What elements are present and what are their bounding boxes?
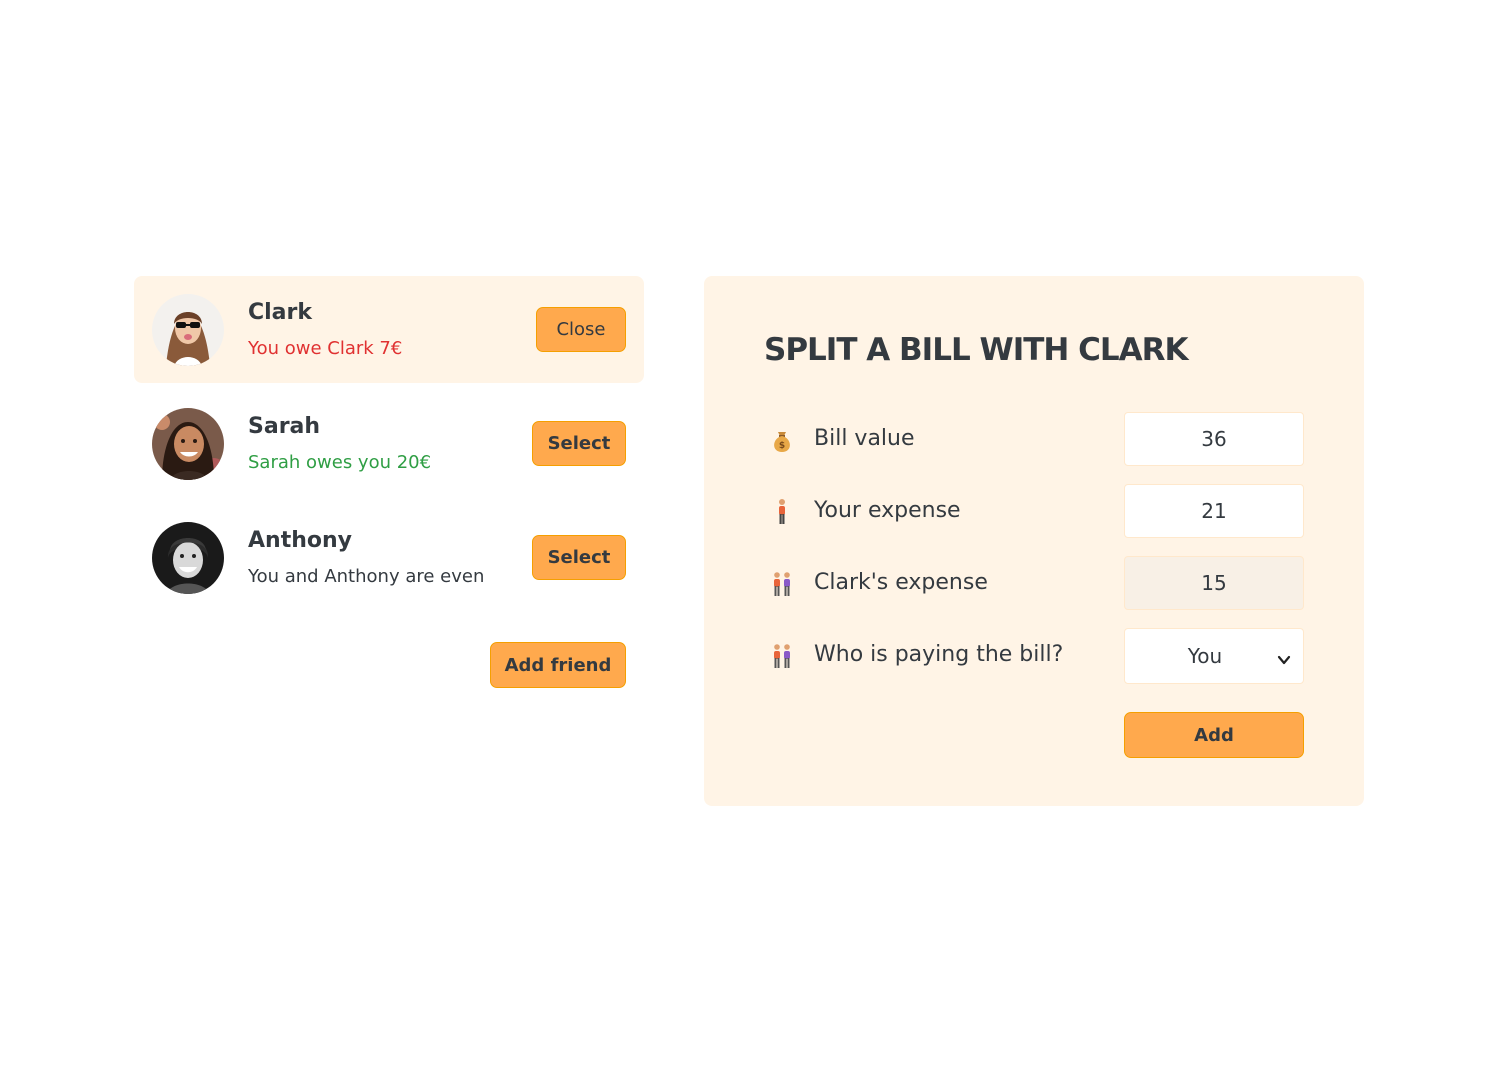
payer-label: Who is paying the bill? (814, 642, 1064, 667)
payer-row: Who is paying the bill? You (764, 628, 1304, 684)
your-expense-input[interactable] (1124, 484, 1304, 538)
friend-item-sarah[interactable]: Sarah Sarah owes you 20€ Select (134, 390, 644, 497)
your-expense-label: Your expense (814, 498, 961, 523)
friend-expense-input (1124, 556, 1304, 610)
friend-item-clark[interactable]: Clark You owe Clark 7€ Close (134, 276, 644, 383)
split-bill-form: SPLIT A BILL WITH CLARK $ Bill value 36 … (704, 276, 1364, 806)
friend-balance: Sarah owes you 20€ (248, 452, 432, 473)
payer-select[interactable]: You (1124, 628, 1304, 684)
eat-n-split-app: Clark You owe Clark 7€ Close Sarah Sarah… (0, 0, 1500, 1080)
friend-balance: You and Anthony are even (248, 566, 485, 587)
friend-balance: You owe Clark 7€ (248, 338, 403, 359)
money-bag-icon: $ (768, 426, 796, 454)
select-button[interactable]: Select (532, 421, 626, 466)
people-icon (768, 642, 796, 670)
people-icon (768, 570, 796, 598)
bill-value-input[interactable] (1124, 412, 1304, 466)
friends-list: Clark You owe Clark 7€ Close Sarah Sarah… (134, 276, 644, 618)
bill-value-label: Bill value (814, 426, 915, 451)
bill-value-row: $ Bill value (764, 412, 1304, 468)
avatar (152, 408, 224, 480)
friend-item-anthony[interactable]: Anthony You and Anthony are even Select (134, 504, 644, 611)
friend-name: Sarah (248, 414, 321, 439)
avatar (152, 522, 224, 594)
add-friend-button[interactable]: Add friend (490, 642, 626, 688)
form-title: SPLIT A BILL WITH CLARK (764, 332, 1189, 368)
friend-name: Clark (248, 300, 313, 325)
friend-expense-label: Clark's expense (814, 570, 988, 595)
friend-expense-row: Clark's expense (764, 556, 1304, 612)
svg-text:$: $ (779, 441, 785, 451)
person-icon (768, 498, 796, 526)
select-button[interactable]: Select (532, 535, 626, 580)
close-button[interactable]: Close (536, 307, 626, 352)
add-bill-button[interactable]: Add (1124, 712, 1304, 758)
your-expense-row: Your expense (764, 484, 1304, 540)
chevron-down-icon (1277, 648, 1291, 665)
friend-name: Anthony (248, 528, 352, 553)
payer-select-value: You (1187, 644, 1223, 668)
avatar (152, 294, 224, 366)
